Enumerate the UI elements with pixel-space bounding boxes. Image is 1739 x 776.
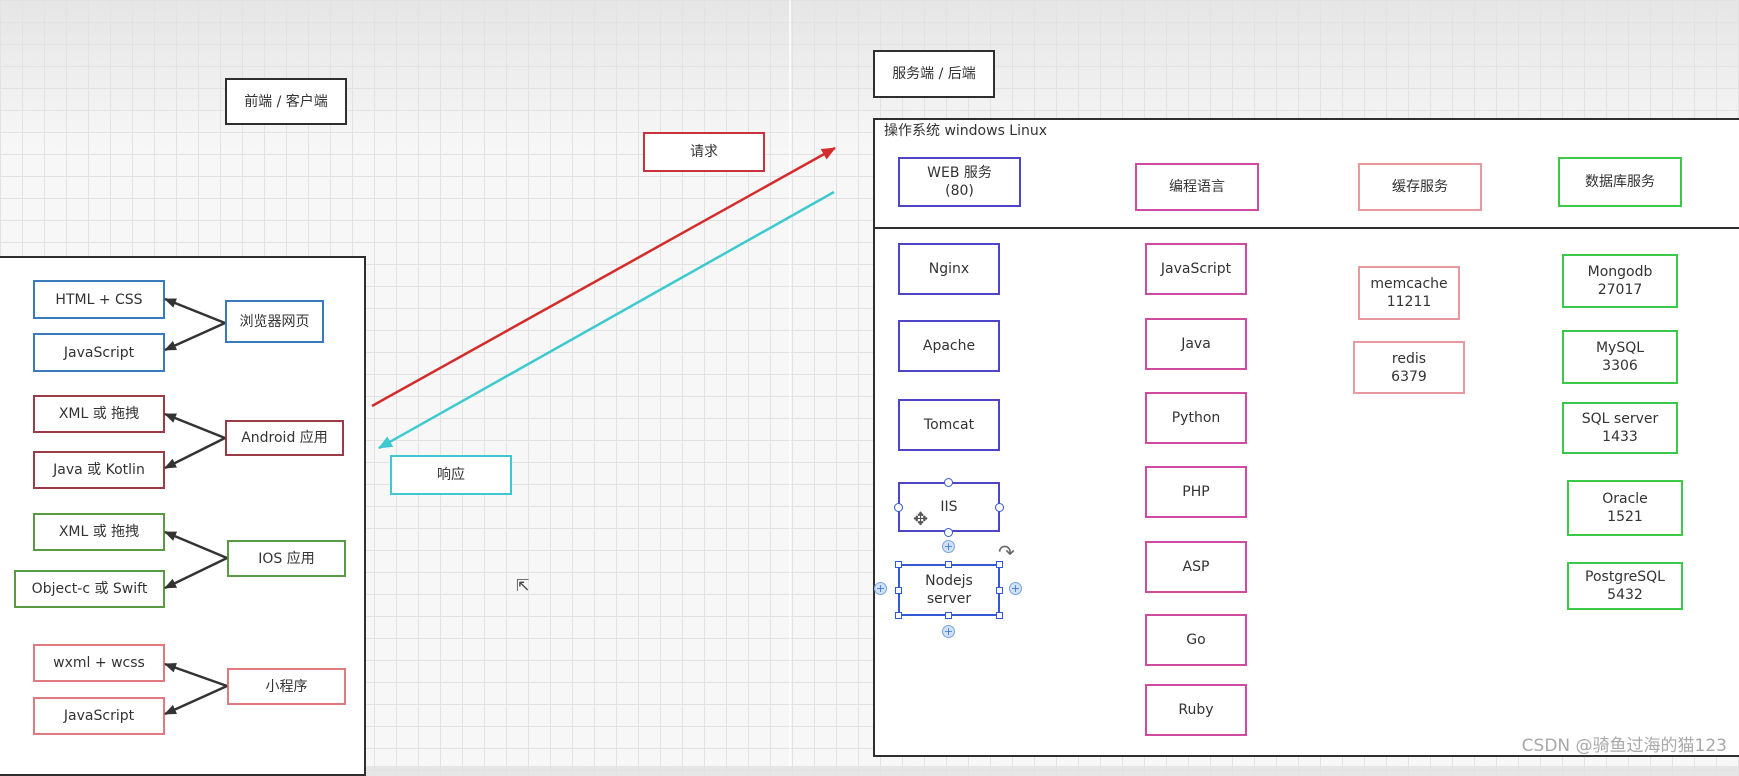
- ios-to-objc-arrow: [164, 556, 228, 590]
- browser-to-html-arrow: [164, 297, 226, 325]
- browser-to-js-arrow: [164, 321, 226, 352]
- mini-to-js-arrow: [164, 684, 228, 716]
- response-arrow: [378, 190, 835, 450]
- android-to-java-arrow: [164, 436, 226, 470]
- mini-to-wxml-arrow: [164, 662, 228, 688]
- watermark: CSDN @骑鱼过海的猫123: [1521, 736, 1727, 756]
- ios-to-xml-arrow: [164, 530, 228, 560]
- android-to-xml-arrow: [164, 412, 226, 440]
- cursor-icon: ⇱: [516, 576, 530, 595]
- request-arrow: [371, 146, 836, 408]
- connector-layer: [164, 146, 836, 716]
